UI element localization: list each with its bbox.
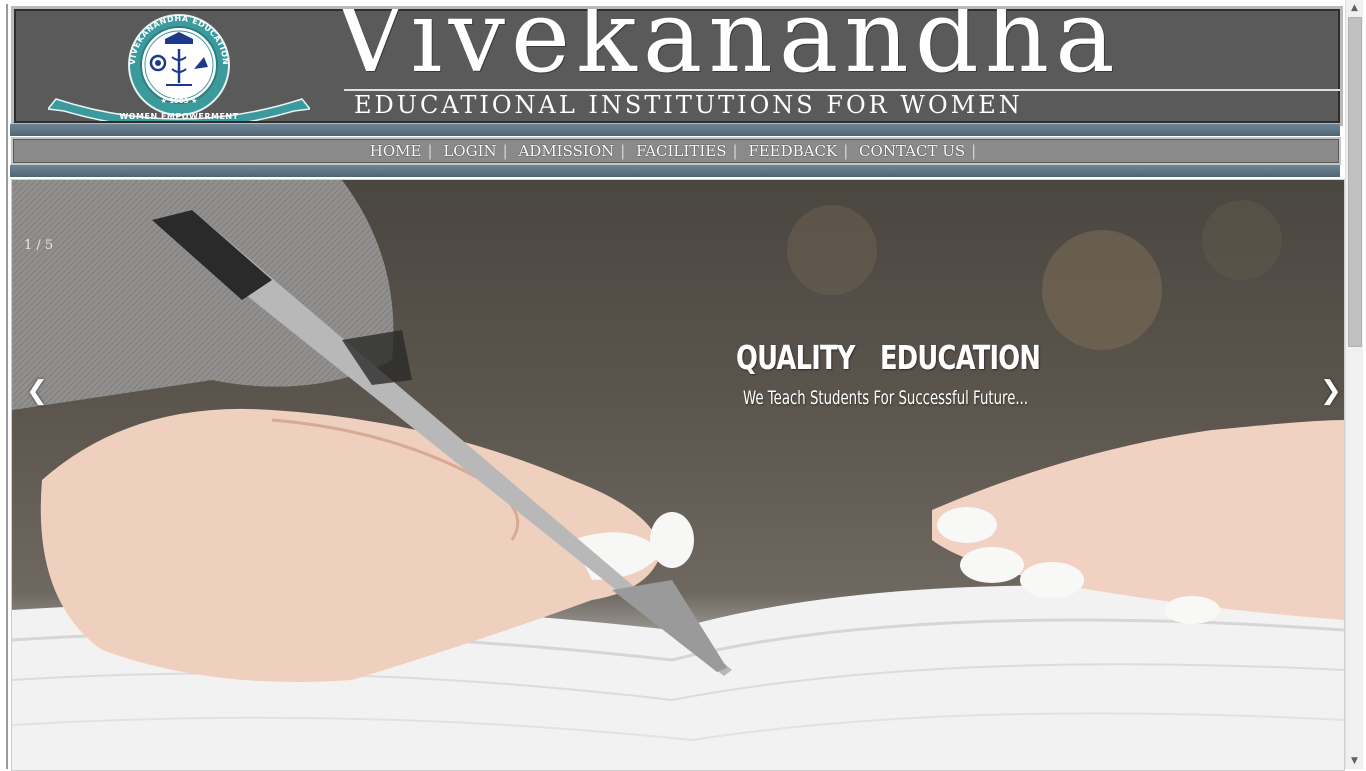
scrollbar-thumb[interactable]	[1348, 17, 1362, 347]
logo-ribbon-text: WOMEN EMPOWERMENT	[119, 112, 238, 121]
site-header: VIVEKANANDHA EDUCATIONAL INSTITUTIONS FO…	[11, 6, 1343, 126]
hand-writing-pen-photo	[12, 180, 1344, 770]
nav-login[interactable]: LOGIN	[443, 142, 496, 160]
nav-contact-us[interactable]: CONTACT US	[859, 142, 965, 160]
nav-separator: |	[427, 142, 433, 160]
page: VIVEKANANDHA EDUCATIONAL INSTITUTIONS FO…	[6, 4, 1345, 771]
slide-caption-title: QUALITY EDUCATION	[736, 338, 1041, 377]
nav-facilities[interactable]: FACILITIES	[636, 142, 726, 160]
nav-home[interactable]: HOME	[370, 142, 422, 160]
nav-separator: |	[843, 142, 849, 160]
institution-logo: VIVEKANANDHA EDUCATIONAL INSTITUTIONS FO…	[48, 13, 310, 121]
slide-caption-subtitle: We Teach Students For Successful Future.…	[743, 387, 1029, 409]
slide-prev-arrow[interactable]: ❮	[26, 376, 48, 406]
nav-divider-band	[10, 165, 1340, 177]
brand-subtitle: EDUCATIONAL INSTITUTIONS FOR WOMEN	[354, 91, 1023, 119]
scroll-down-arrow-icon[interactable]: ▼	[1346, 753, 1363, 769]
slide-counter: 1 / 5	[24, 238, 54, 253]
hero-slideshow: 1 / 5 QUALITY EDUCATION We Teach Student…	[11, 179, 1345, 771]
slide-next-arrow[interactable]: ❯	[1320, 376, 1342, 406]
scroll-up-arrow-icon[interactable]: ▲	[1346, 0, 1363, 16]
main-navigation: HOME | LOGIN | ADMISSION | FACILITIES | FEED…	[11, 137, 1341, 165]
brand-title: Vivekanandha	[334, 6, 1121, 95]
nav-separator: |	[971, 142, 977, 160]
nav-separator: |	[502, 142, 508, 160]
nav-separator: |	[620, 142, 626, 160]
vertical-scrollbar[interactable]: ▲ ▼	[1345, 0, 1363, 769]
nav-admission[interactable]: ADMISSION	[518, 142, 614, 160]
logo-year: ★ 1993 ★	[161, 97, 198, 105]
nav-separator: |	[732, 142, 738, 160]
nav-feedback[interactable]: FEEDBACK	[748, 142, 837, 160]
header-divider-band	[10, 124, 1340, 136]
